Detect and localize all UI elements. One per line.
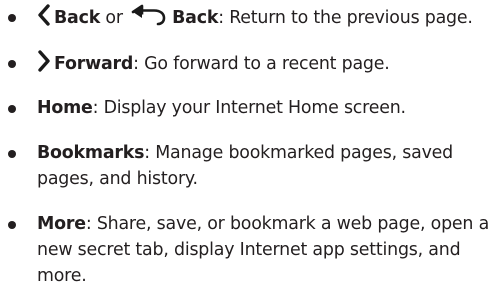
list-item-bookmarks: Bookmarks: Manage bookmarked pages, save… bbox=[0, 140, 498, 192]
list-item-forward: Forward: Go forward to a recent page. bbox=[0, 50, 498, 77]
description-home: : Display your Internet Home screen. bbox=[92, 98, 406, 118]
bullet-icon bbox=[8, 150, 16, 158]
term-forward: Forward bbox=[54, 54, 134, 74]
bullet-icon bbox=[8, 14, 16, 22]
term-back: Back bbox=[54, 8, 101, 28]
list-item-home: Home: Display your Internet Home screen. bbox=[0, 95, 498, 121]
chevron-right-icon bbox=[37, 50, 51, 72]
description-more: : Share, save, or bookmark a web page, o… bbox=[37, 214, 490, 286]
bullet-icon bbox=[8, 105, 16, 113]
term-more: More bbox=[37, 214, 86, 234]
description-back: : Return to the previous page. bbox=[218, 8, 473, 28]
back-arrow-icon bbox=[130, 4, 168, 26]
term-bookmarks: Bookmarks bbox=[37, 143, 145, 163]
connector-or: or bbox=[100, 8, 129, 28]
list-item-back: Back or Back: Return to the previous pag… bbox=[0, 4, 498, 31]
list-item-more: More: Share, save, or bookmark a web pag… bbox=[0, 211, 498, 289]
chevron-left-icon bbox=[37, 4, 51, 26]
bullet-icon bbox=[8, 221, 16, 229]
term-back-2: Back bbox=[172, 8, 219, 28]
term-home: Home bbox=[37, 98, 93, 118]
description-forward: : Go forward to a recent page. bbox=[133, 54, 390, 74]
bullet-icon bbox=[8, 60, 16, 68]
